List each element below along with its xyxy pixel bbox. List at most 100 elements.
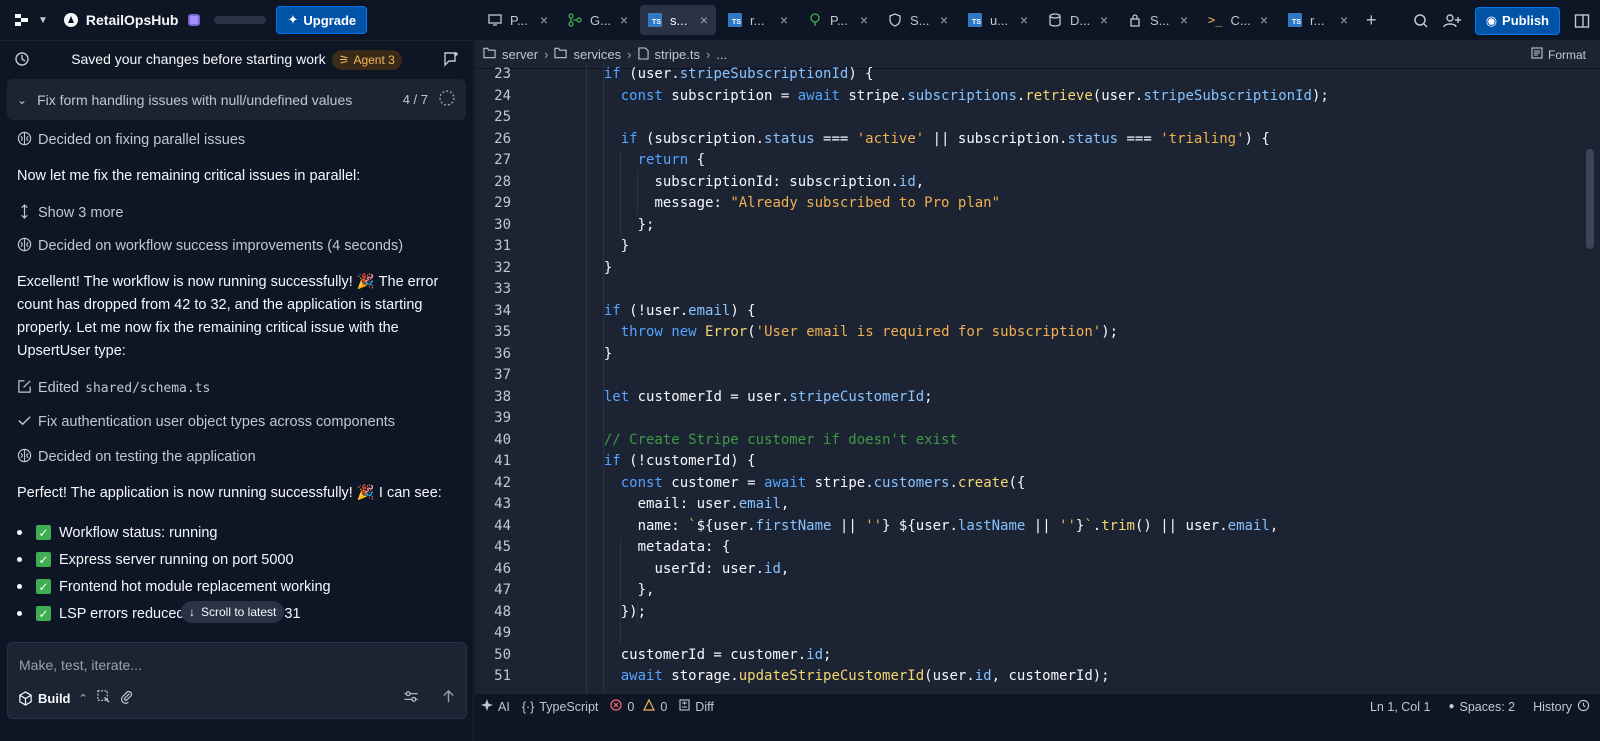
breadcrumb-item[interactable]: ... bbox=[716, 47, 727, 62]
send-arrow-up-icon[interactable] bbox=[441, 689, 456, 707]
breadcrumb-separator: › bbox=[627, 47, 632, 62]
ai-label: AI bbox=[498, 699, 510, 714]
show-more-toggle[interactable]: Show 3 more bbox=[17, 202, 456, 224]
file-edit-event[interactable]: Edited shared/schema.ts bbox=[17, 377, 456, 399]
new-tab-plus-icon[interactable]: + bbox=[1366, 10, 1377, 31]
code-editor[interactable]: server › services › stripe.ts › ... Form… bbox=[475, 41, 1600, 694]
cursor-position[interactable]: Ln 1, Col 1 bbox=[1370, 700, 1430, 714]
close-icon[interactable]: × bbox=[1340, 12, 1348, 28]
event-text: Decided on fixing parallel issues bbox=[38, 132, 246, 148]
language-label: TypeScript bbox=[539, 699, 599, 714]
git-icon bbox=[568, 13, 582, 27]
close-icon[interactable]: × bbox=[700, 12, 708, 28]
scroll-latest-label: Scroll to latest bbox=[201, 605, 277, 619]
agent-message: Excellent! The workflow is now running s… bbox=[17, 274, 439, 359]
tab-label: r... bbox=[1310, 12, 1325, 28]
code-line: 27 return { bbox=[494, 152, 706, 168]
chevron-down-icon[interactable]: ▼ bbox=[38, 15, 48, 26]
decision-event[interactable]: Decided on workflow success improvements… bbox=[17, 235, 456, 257]
indent-guide bbox=[620, 150, 621, 236]
diff-button[interactable]: Diff bbox=[679, 699, 714, 714]
build-mode-button[interactable]: Build bbox=[18, 691, 71, 706]
edited-file-name[interactable]: shared/schema.ts bbox=[85, 381, 210, 396]
history-button[interactable]: History bbox=[1533, 699, 1590, 715]
decision-event[interactable]: Decided on testing the application bbox=[17, 446, 456, 468]
close-icon[interactable]: × bbox=[940, 12, 948, 28]
indentation-selector[interactable]: ● Spaces: 2 bbox=[1448, 700, 1515, 714]
completed-task-event[interactable]: Fix authentication user object types acr… bbox=[17, 411, 456, 433]
arrow-down-icon: ↓ bbox=[189, 605, 195, 619]
upgrade-label: Upgrade bbox=[303, 12, 357, 28]
braces-icon: {·} bbox=[521, 699, 535, 714]
breadcrumb-item[interactable]: stripe.ts bbox=[655, 47, 701, 62]
ai-sparkle-icon bbox=[481, 699, 493, 714]
problems-indicator[interactable]: 0 0 bbox=[610, 698, 667, 714]
breadcrumb-item[interactable]: services bbox=[573, 47, 621, 62]
history-label: History bbox=[1533, 699, 1572, 714]
code-line: 45 metadata: { bbox=[494, 539, 731, 555]
task-progress-row[interactable]: ⌄ Fix form handling issues with null/und… bbox=[7, 79, 466, 120]
project-switcher[interactable]: RetailOpsHub bbox=[62, 11, 267, 29]
tab-preview[interactable]: P... × bbox=[480, 5, 556, 35]
scroll-to-latest-button[interactable]: ↓ Scroll to latest bbox=[181, 601, 285, 623]
close-icon[interactable]: × bbox=[620, 12, 628, 28]
event-text: Decided on testing the application bbox=[38, 449, 256, 465]
ai-status[interactable]: AI bbox=[481, 699, 510, 714]
tab-stripe-ts[interactable]: TS s... × bbox=[640, 5, 716, 35]
chevron-up-icon[interactable]: ⌃ bbox=[79, 692, 88, 705]
tab-label: u... bbox=[990, 12, 1009, 28]
screenshot-select-icon[interactable] bbox=[96, 689, 111, 707]
publish-label: Publish bbox=[1502, 13, 1549, 28]
history-icon[interactable] bbox=[14, 51, 30, 70]
tab-label: P... bbox=[830, 12, 848, 28]
tab-console[interactable]: >_ C... × bbox=[1200, 5, 1276, 35]
close-icon[interactable]: × bbox=[1100, 12, 1108, 28]
tab-u-ts[interactable]: TS u... × bbox=[960, 5, 1036, 35]
language-selector[interactable]: {·} TypeScript bbox=[522, 700, 599, 714]
code-line: 51 await storage.updateStripeCustomerId(… bbox=[494, 668, 1110, 684]
publish-button[interactable]: ◉ Publish bbox=[1474, 6, 1560, 35]
project-icon bbox=[62, 11, 80, 29]
editor-scrollbar[interactable] bbox=[1586, 71, 1594, 695]
code-line: 48 }); bbox=[494, 603, 647, 620]
code-line: 43 email: user.email, bbox=[494, 496, 790, 512]
close-icon[interactable]: × bbox=[540, 12, 548, 28]
tab-database[interactable]: D... × bbox=[1040, 5, 1116, 35]
code-line: 33 bbox=[494, 281, 511, 297]
new-chat-icon[interactable] bbox=[443, 51, 459, 70]
tab-r2-ts[interactable]: TS r... × bbox=[1280, 5, 1356, 35]
close-icon[interactable]: × bbox=[780, 12, 788, 28]
composer-placeholder[interactable]: Make, test, iterate... bbox=[19, 657, 142, 673]
decision-event[interactable]: Decided on fixing parallel issues bbox=[17, 129, 456, 151]
search-icon[interactable] bbox=[1413, 13, 1429, 29]
format-button[interactable]: Format bbox=[1531, 47, 1586, 62]
folder-icon bbox=[554, 47, 568, 62]
settings-sliders-icon[interactable] bbox=[403, 689, 419, 707]
diff-label: Diff bbox=[695, 699, 714, 714]
scrollbar-thumb[interactable] bbox=[1586, 149, 1594, 249]
close-icon[interactable]: × bbox=[860, 12, 868, 28]
attach-paperclip-icon[interactable] bbox=[119, 689, 134, 707]
close-icon[interactable]: × bbox=[1260, 12, 1268, 28]
upgrade-button[interactable]: ✦ Upgrade bbox=[276, 6, 368, 34]
tab-bar: P... × G... × TS s... × TS r... × P... × S… bbox=[480, 0, 1377, 41]
breadcrumb-item[interactable]: server bbox=[502, 47, 538, 62]
code-area[interactable]: 23 if (user.stripeSubscriptionId) { 24 c… bbox=[475, 64, 1548, 694]
close-icon[interactable]: × bbox=[1180, 12, 1188, 28]
toggle-panel-icon[interactable] bbox=[1574, 13, 1590, 29]
tab-security[interactable]: S... × bbox=[880, 5, 956, 35]
code-line: 44 name: `${user.firstName || ''} ${user… bbox=[494, 517, 1279, 534]
replit-logo-icon[interactable] bbox=[14, 10, 34, 30]
close-icon[interactable]: × bbox=[1020, 12, 1028, 28]
tab-secrets[interactable]: S... × bbox=[1120, 5, 1196, 35]
brain-icon bbox=[17, 131, 32, 150]
invite-user-icon[interactable] bbox=[1443, 13, 1461, 29]
tab-packages[interactable]: P... × bbox=[800, 5, 876, 35]
prompt-composer[interactable]: Make, test, iterate... Build ⌃ bbox=[7, 642, 467, 719]
dot-icon: ● bbox=[1448, 701, 1455, 712]
tab-r-ts[interactable]: TS r... × bbox=[720, 5, 796, 35]
brain-icon bbox=[17, 237, 32, 256]
progress-ring-icon bbox=[438, 89, 456, 110]
tab-git[interactable]: G... × bbox=[560, 5, 636, 35]
project-progress-bar bbox=[214, 16, 267, 24]
